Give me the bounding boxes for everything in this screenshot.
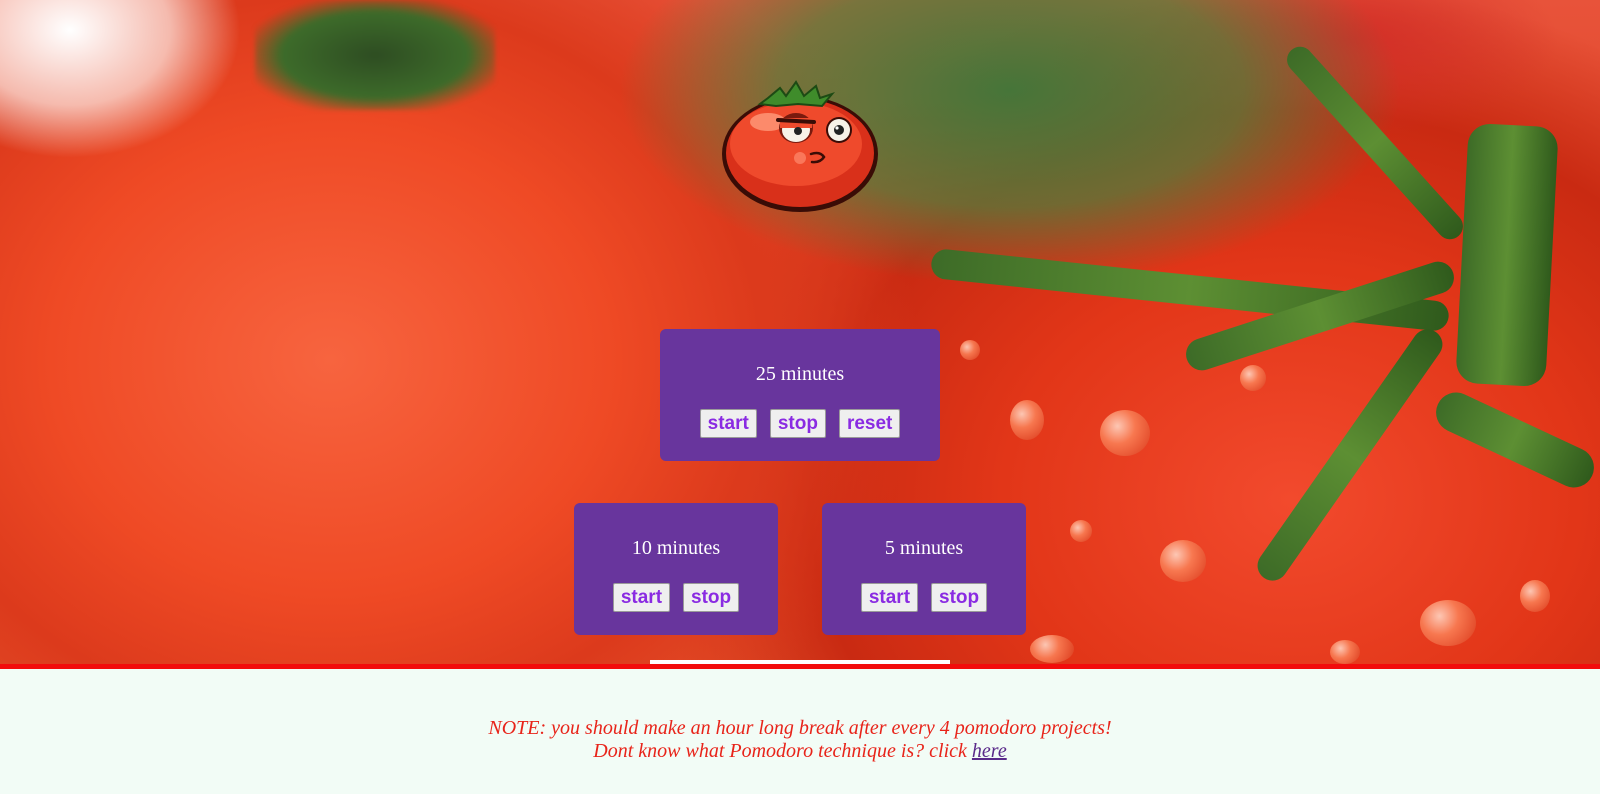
timer-10-controls: start stop	[574, 583, 778, 612]
reset-25-button[interactable]: reset	[838, 409, 901, 438]
timer-5-title: 5 minutes	[884, 537, 964, 559]
pomodoro-info-link[interactable]: here	[972, 740, 1007, 762]
timer-25-controls: start stop reset	[660, 409, 940, 438]
stop-10-button[interactable]: stop	[683, 583, 740, 612]
note-line-2-text: Dont know what Pomodoro technique is? cl…	[593, 740, 972, 762]
start-10-button[interactable]: start	[612, 583, 671, 612]
start-25-button[interactable]: start	[699, 409, 757, 438]
timer-10-minutes: 10 minutes start stop	[574, 503, 778, 635]
footer-note: NOTE: you should make an hour long break…	[0, 717, 1600, 763]
timer-10-title: 10 minutes	[631, 537, 721, 559]
start-5-button[interactable]: start	[860, 583, 919, 612]
timer-25-title: 25 minutes	[755, 363, 845, 385]
stop-5-button[interactable]: stop	[931, 583, 988, 612]
timer-5-minutes: 5 minutes start stop	[822, 503, 1026, 635]
stop-25-button[interactable]: stop	[769, 409, 826, 438]
tomato-mascot-icon	[722, 80, 878, 212]
note-line-2: Dont know what Pomodoro technique is? cl…	[0, 740, 1600, 763]
timer-25-minutes: 25 minutes start stop reset	[660, 329, 940, 461]
note-line-1: NOTE: you should make an hour long break…	[488, 717, 1112, 739]
timer-5-controls: start stop	[822, 583, 1026, 612]
